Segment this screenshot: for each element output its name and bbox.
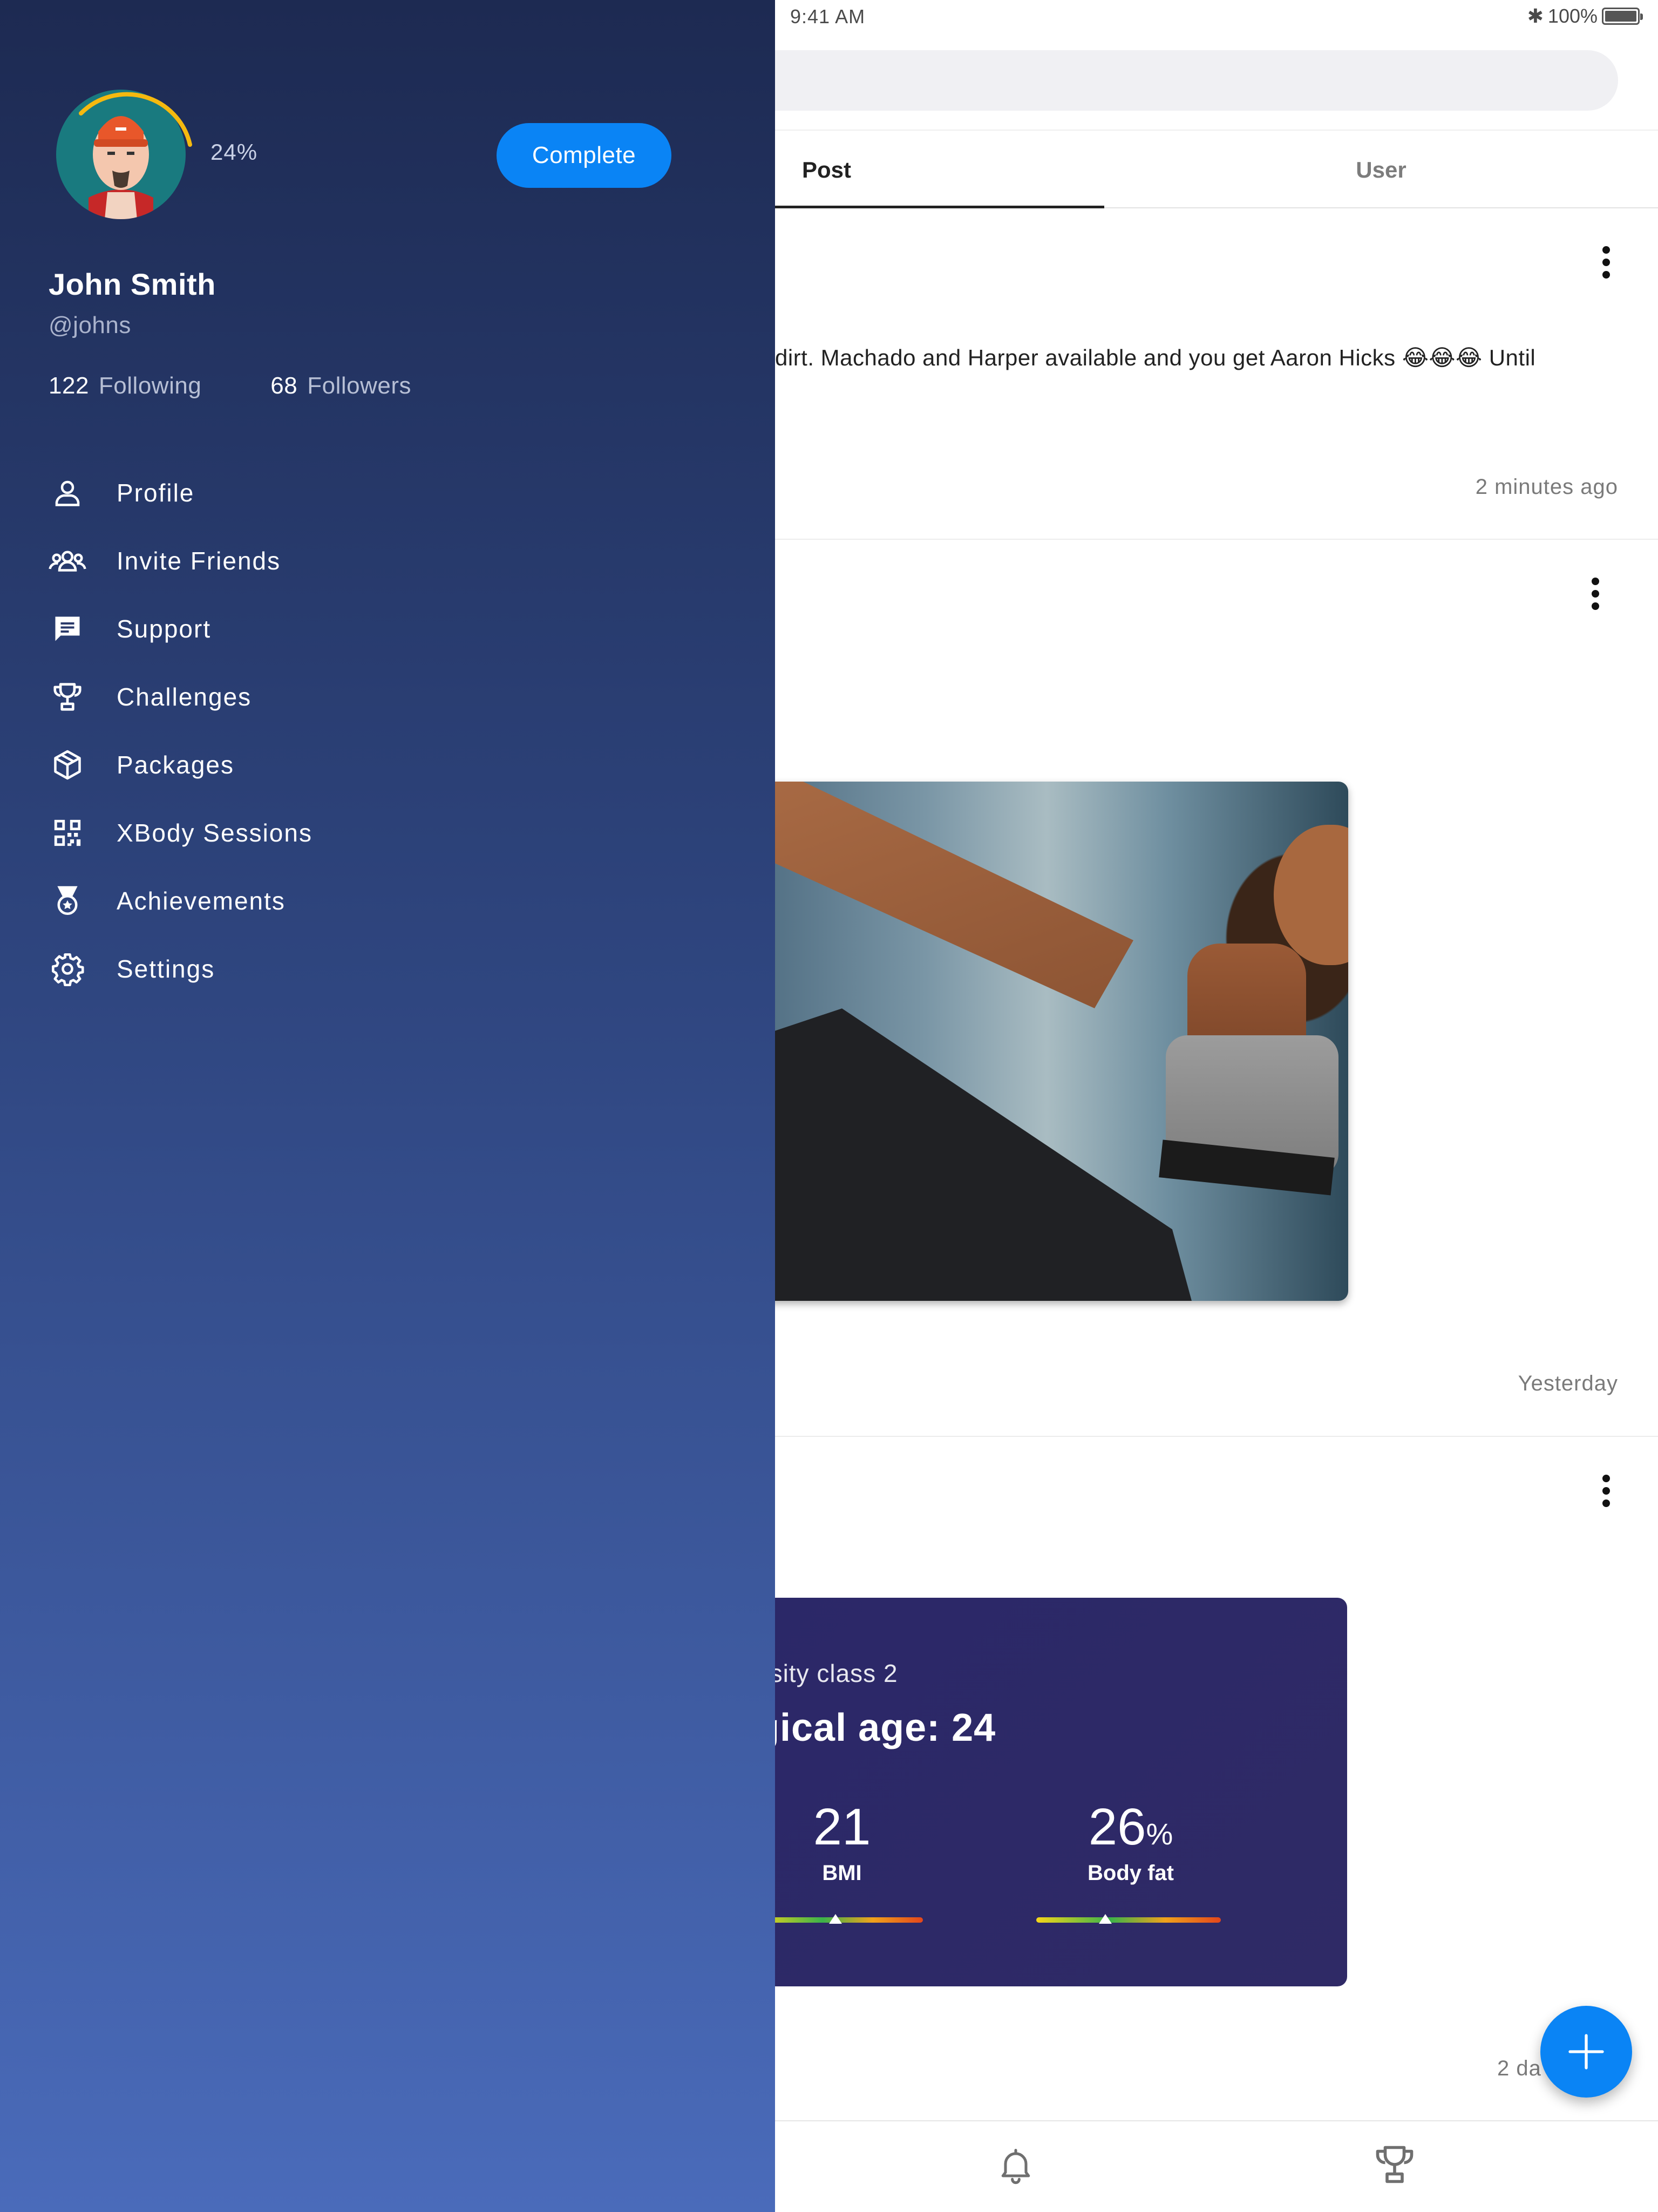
bottom-navigation [775, 2120, 1658, 2212]
menu-item-label: Achievements [117, 887, 286, 915]
gear-icon [49, 950, 86, 988]
plus-icon [1568, 2034, 1604, 2069]
menu-item-settings[interactable]: Settings [49, 935, 696, 1003]
body-fat-marker [1099, 1914, 1112, 1924]
menu-item-label: Invite Friends [117, 547, 281, 575]
user-name: John Smith [49, 267, 216, 301]
menu-item-label: XBody Sessions [117, 819, 312, 847]
bell-icon[interactable] [995, 2144, 1036, 2190]
following-stat[interactable]: 122 Following [49, 372, 201, 399]
trophy-icon[interactable] [1372, 2142, 1417, 2190]
add-post-button[interactable] [1540, 2006, 1632, 2098]
post-timestamp: 2 minutes ago [1475, 475, 1618, 499]
post-timestamp: Yesterday [1518, 1372, 1618, 1395]
menu-item-xbody-sessions[interactable]: XBody Sessions [49, 799, 696, 867]
post-menu-button[interactable] [1590, 241, 1622, 284]
body-fat-label: Body fat [1088, 1861, 1174, 1885]
tab-user-label: User [1356, 157, 1406, 182]
post-text: dirt. Machado and Harper available and y… [775, 345, 1536, 370]
menu-item-achievements[interactable]: Achievements [49, 867, 696, 935]
menu-item-profile[interactable]: Profile [49, 459, 696, 527]
following-count: 122 [49, 372, 89, 399]
active-tab-indicator [775, 206, 1104, 208]
menu-item-invite-friends[interactable]: Invite Friends [49, 527, 696, 595]
menu-item-label: Support [117, 615, 212, 643]
user-handle: @johns [49, 312, 131, 338]
person-icon [49, 474, 86, 512]
battery-percent: 100% [1547, 5, 1598, 27]
followers-count: 68 [270, 372, 298, 399]
bmi-marker [829, 1914, 842, 1924]
menu-item-label: Packages [117, 751, 235, 779]
status-indicators: ✱ 100% [1527, 5, 1643, 27]
avatar[interactable] [54, 81, 194, 221]
tab-post-label: Post [802, 157, 852, 182]
feed-tabs: Post User [775, 130, 1658, 208]
post-divider [775, 1436, 1658, 1437]
post-menu-button[interactable] [1579, 572, 1612, 615]
bmi-value: 21 [813, 1798, 871, 1856]
trophy-icon [49, 678, 86, 716]
bmi-label: BMI [822, 1861, 862, 1885]
post-divider [775, 539, 1658, 540]
group-icon [49, 542, 86, 580]
package-icon [49, 746, 86, 784]
tab-user[interactable]: User [1104, 131, 1658, 209]
medal-icon [49, 882, 86, 920]
follow-stats: 122 Following 68 Followers [49, 372, 411, 399]
biological-age: gical age: 24 [756, 1706, 996, 1749]
followers-stat[interactable]: 68 Followers [270, 372, 411, 399]
post-image[interactable] [745, 782, 1348, 1301]
menu-item-challenges[interactable]: Challenges [49, 663, 696, 731]
chat-icon [49, 610, 86, 648]
profile-progress-text: 24% [210, 139, 258, 165]
status-time: 9:41 AM [790, 5, 866, 28]
search-input[interactable] [729, 50, 1618, 111]
menu-item-label: Settings [117, 955, 215, 983]
post-timestamp: 2 da [1497, 2057, 1541, 2080]
complete-profile-button[interactable]: Complete [497, 123, 671, 188]
body-fat-unit: % [1146, 1817, 1173, 1851]
following-label: Following [98, 372, 202, 399]
body-stats-card[interactable]: esity class 2 gical age: 24 21 BMI 26% B… [756, 1598, 1347, 1986]
post-menu-button[interactable] [1590, 1469, 1622, 1512]
followers-label: Followers [307, 372, 412, 399]
profile-progress-ring [79, 92, 192, 147]
menu-item-label: Challenges [117, 683, 252, 711]
body-fat-value: 26 [1088, 1798, 1146, 1856]
body-fat-scale [1036, 1917, 1221, 1923]
battery-icon [1602, 8, 1643, 25]
drawer-menu: Profile Invite Friends Support Challenge… [49, 459, 696, 1003]
qr-code-icon [49, 814, 86, 852]
menu-item-packages[interactable]: Packages [49, 731, 696, 799]
tab-post[interactable]: Post [775, 131, 1104, 209]
menu-item-label: Profile [117, 479, 195, 507]
bluetooth-icon: ✱ [1527, 5, 1544, 27]
menu-item-support[interactable]: Support [49, 595, 696, 663]
body-fat-stat: 26% Body fat [1063, 1797, 1198, 1885]
navigation-drawer: 24% Complete John Smith @johns 122 Follow… [0, 0, 775, 2212]
obesity-class: esity class 2 [756, 1659, 898, 1687]
bmi-stat: 21 BMI [788, 1797, 896, 1885]
